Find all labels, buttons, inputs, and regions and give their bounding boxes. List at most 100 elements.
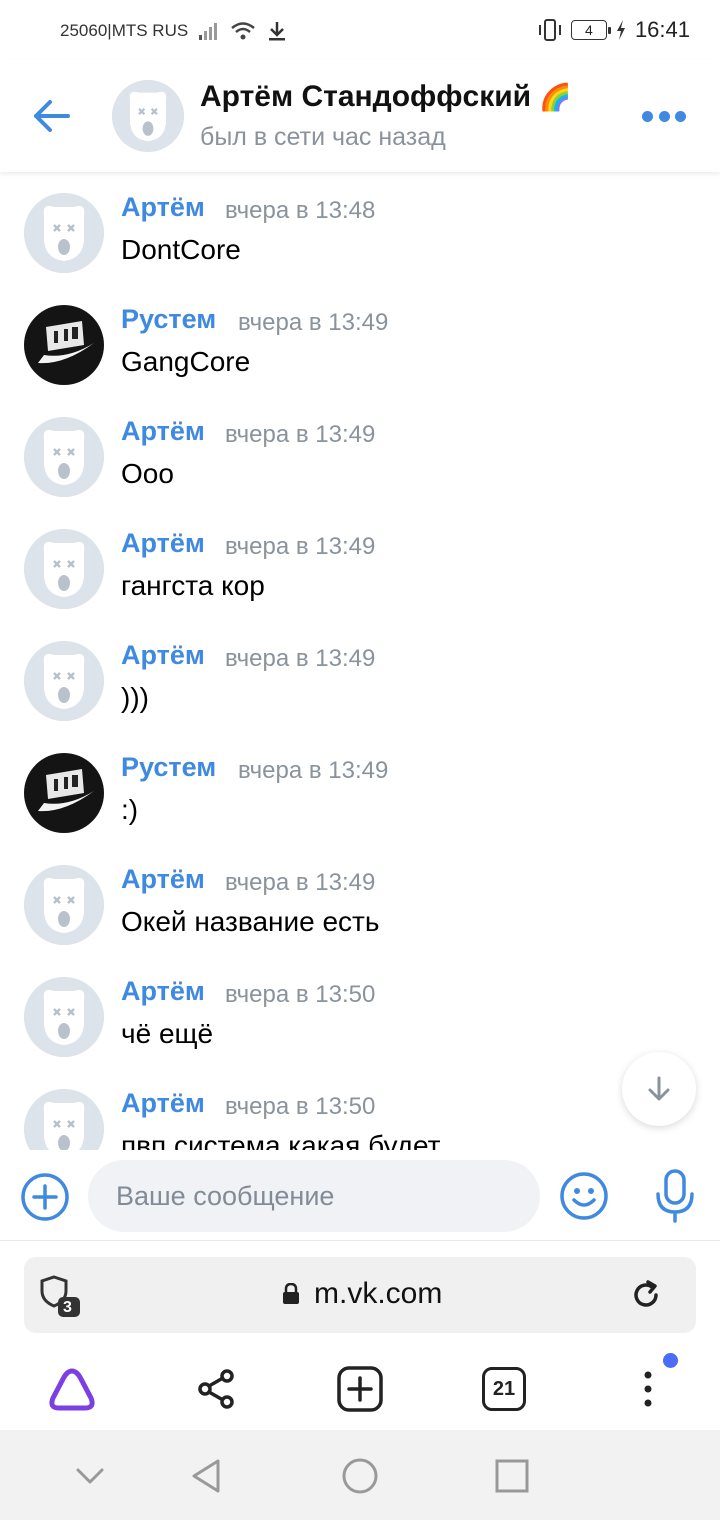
more-dot-icon <box>642 110 653 122</box>
message-avatar[interactable] <box>24 417 104 497</box>
message-item[interactable]: Артём вчера в 13:50 чё ещё <box>0 962 720 1074</box>
browser-menu-button[interactable] <box>622 1363 674 1415</box>
notification-dot <box>663 1353 678 1368</box>
message-item[interactable]: Артём вчера в 13:49 Окей название есть <box>0 850 720 962</box>
user-photo-avatar <box>24 753 104 833</box>
message-time: вчера в 13:50 <box>225 981 376 1008</box>
message-time: вчера в 13:49 <box>225 645 376 672</box>
chat-header: Артём Стандоффский 🌈 был в сети час наза… <box>0 60 720 172</box>
tabs-button[interactable]: 21 <box>478 1363 530 1415</box>
message-author[interactable]: Артём <box>121 864 205 895</box>
download-icon <box>269 22 286 41</box>
message-item[interactable]: Артём вчера в 13:49 Ооо <box>0 402 720 514</box>
message-time: вчера в 13:49 <box>225 421 376 448</box>
microphone-icon[interactable] <box>652 1168 698 1224</box>
contact-name[interactable]: Артём Стандоффский 🌈 <box>200 80 572 114</box>
reload-icon[interactable] <box>630 1279 662 1311</box>
battery-icon: 4 <box>570 20 611 40</box>
message-input[interactable] <box>88 1160 540 1232</box>
back-arrow-icon[interactable] <box>28 92 76 140</box>
message-time: вчера в 13:50 <box>225 1093 376 1120</box>
message-text: :) <box>121 794 139 825</box>
message-text: Ооо <box>121 458 174 489</box>
message-text: Окей название есть <box>121 906 380 937</box>
alice-button[interactable] <box>46 1363 98 1415</box>
message-avatar[interactable] <box>24 641 104 721</box>
message-text: чё ещё <box>121 1018 214 1049</box>
browser-nav: 21 <box>0 1351 720 1423</box>
message-item[interactable]: Артём вчера в 13:50 пвп система какая буде… <box>0 1074 720 1150</box>
message-time: вчера в 13:49 <box>238 757 389 784</box>
lock-icon <box>283 1283 299 1304</box>
message-avatar[interactable] <box>24 865 104 945</box>
share-icon <box>198 1369 234 1409</box>
message-avatar[interactable] <box>24 1089 104 1150</box>
attach-plus-icon[interactable] <box>20 1172 70 1222</box>
more-dot-icon <box>675 110 686 122</box>
system-nav-bar <box>0 1430 720 1520</box>
message-author[interactable]: Артём <box>121 192 205 223</box>
shield-count: 3 <box>63 1299 72 1316</box>
message-avatar[interactable] <box>24 753 104 833</box>
share-button[interactable] <box>190 1363 242 1415</box>
default-avatar-icon <box>24 417 104 497</box>
default-avatar-icon <box>24 865 104 945</box>
contact-status: был в сети час назад <box>200 123 446 151</box>
message-item[interactable]: Рустем вчера в 13:49:) <box>0 738 720 850</box>
message-author[interactable]: Артём <box>121 1088 205 1119</box>
message-text: DontCore <box>121 234 241 265</box>
status-left: 25060|MTS RUS <box>60 20 288 42</box>
scroll-down-button[interactable] <box>622 1052 696 1126</box>
carrier-label: 25060|MTS RUS <box>60 21 189 40</box>
message-avatar[interactable] <box>24 529 104 609</box>
charging-icon <box>616 20 625 40</box>
status-bar: 25060|MTS RUS 4 16:41 <box>0 0 720 60</box>
more-options-button[interactable] <box>642 108 686 124</box>
default-avatar-icon <box>24 1089 104 1150</box>
default-avatar-icon <box>24 529 104 609</box>
message-list[interactable]: Артём вчера в 13:48 DontCore Рустем вчера в … <box>0 178 720 1150</box>
hide-keyboard-icon[interactable] <box>70 1456 110 1496</box>
message-author[interactable]: Артём <box>121 976 205 1007</box>
shield-icon <box>40 1275 80 1317</box>
message-item[interactable]: Артём вчера в 13:49 гангста кор <box>0 514 720 626</box>
message-item[interactable]: Рустем вчера в 13:49 GangCore <box>0 290 720 402</box>
message-item[interactable]: Артём вчера в 13:49))) <box>0 626 720 738</box>
url-field[interactable]: m.vk.com <box>282 1277 442 1311</box>
message-author[interactable]: Артём <box>121 640 205 671</box>
clock: 16:41 <box>634 17 690 42</box>
new-tab-button[interactable] <box>334 1363 386 1415</box>
arrow-down-icon <box>648 1076 670 1101</box>
vibrate-icon <box>538 19 561 41</box>
message-time: вчера в 13:49 <box>238 309 389 336</box>
url-text: m.vk.com <box>314 1277 443 1310</box>
vertical-dots-icon <box>644 1371 652 1407</box>
signal-icon <box>199 23 218 40</box>
back-triangle-icon[interactable] <box>186 1456 226 1496</box>
address-bar[interactable]: 3 m.vk.com <box>24 1257 696 1333</box>
message-time: вчера в 13:48 <box>225 197 376 224</box>
home-circle-icon[interactable] <box>340 1456 380 1496</box>
message-text: пвп система какая будет <box>121 1130 441 1150</box>
contact-name-text: Артём Стандоффский <box>200 80 532 113</box>
message-author[interactable]: Артём <box>121 528 205 559</box>
message-avatar[interactable] <box>24 193 104 273</box>
message-author[interactable]: Рустем <box>121 752 216 783</box>
message-item[interactable]: Артём вчера в 13:48 DontCore <box>0 178 720 290</box>
default-avatar-icon <box>24 193 104 273</box>
message-avatar[interactable] <box>24 977 104 1057</box>
message-author[interactable]: Артём <box>121 416 205 447</box>
message-author[interactable]: Рустем <box>121 304 216 335</box>
message-time: вчера в 13:49 <box>225 869 376 896</box>
message-time: вчера в 13:49 <box>225 533 376 560</box>
message-composer <box>0 1150 720 1240</box>
status-right: 4 16:41 <box>537 17 690 43</box>
emoji-icon[interactable] <box>558 1170 610 1222</box>
protect-shield-button[interactable]: 3 <box>38 1273 84 1319</box>
message-text: GangCore <box>121 346 251 377</box>
message-text: гангста кор <box>121 570 265 601</box>
message-avatar[interactable] <box>24 305 104 385</box>
recents-square-icon[interactable] <box>492 1456 532 1496</box>
default-avatar-icon <box>112 80 184 152</box>
contact-avatar[interactable] <box>112 80 184 152</box>
